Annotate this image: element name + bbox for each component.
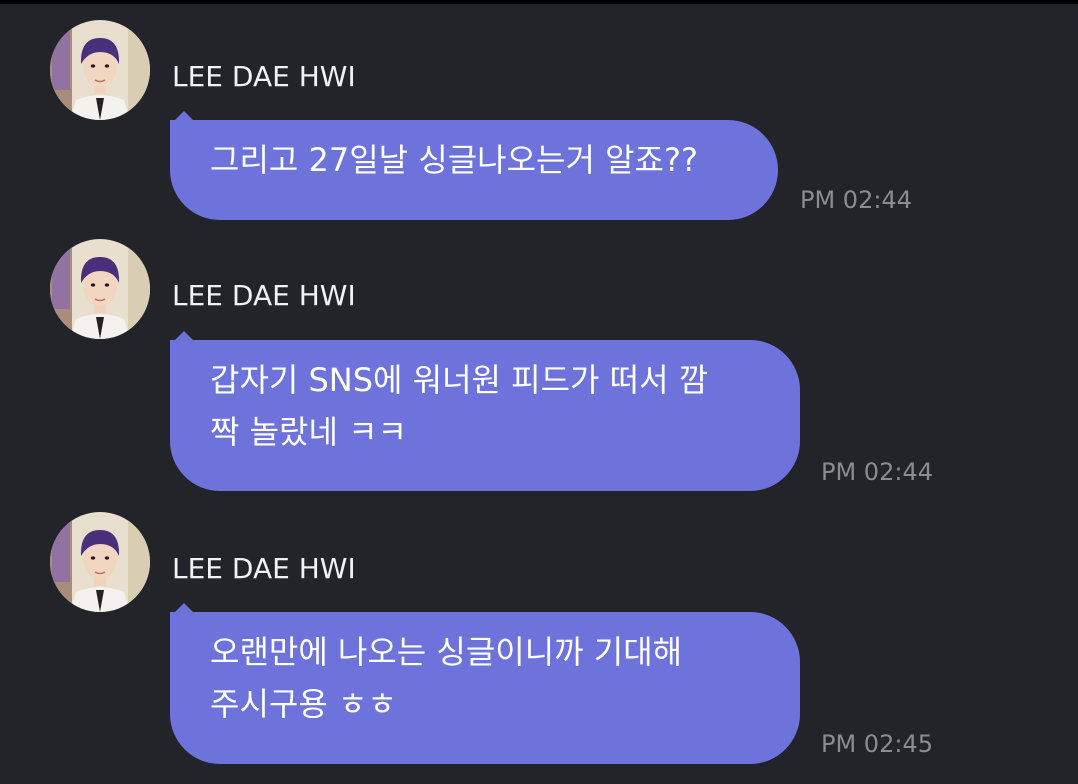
message-bubble[interactable]: 오랜만에 나오는 싱글이니까 기대해 주시구용 ㅎㅎ [170, 603, 800, 764]
avatar[interactable] [50, 512, 150, 612]
message-text: 오랜만에 나오는 싱글이니까 기대해 주시구용 ㅎㅎ [210, 633, 683, 723]
profile-photo-icon [50, 20, 150, 120]
message-timestamp: PM 02:45 [821, 730, 933, 758]
sender-name: LEE DAE HWI [172, 60, 356, 93]
message-bubble[interactable]: 그리고 27일날 싱글나오는거 알죠?? [170, 111, 778, 220]
message-bubble[interactable]: 갑자기 SNS에 워너원 피드가 떠서 깜 짝 놀랐네 ㅋㅋ [170, 331, 800, 491]
message-text: 그리고 27일날 싱글나오는거 알죠?? [210, 141, 698, 179]
profile-photo-icon [50, 239, 150, 339]
message-timestamp: PM 02:44 [800, 186, 912, 214]
avatar[interactable] [50, 20, 150, 120]
message-text: 갑자기 SNS에 워너원 피드가 떠서 깜 짝 놀랐네 ㅋㅋ [210, 361, 709, 451]
avatar[interactable] [50, 239, 150, 339]
sender-name: LEE DAE HWI [172, 279, 356, 312]
message-timestamp: PM 02:44 [821, 458, 933, 486]
sender-name: LEE DAE HWI [172, 552, 356, 585]
top-border [0, 0, 1078, 4]
profile-photo-icon [50, 512, 150, 612]
